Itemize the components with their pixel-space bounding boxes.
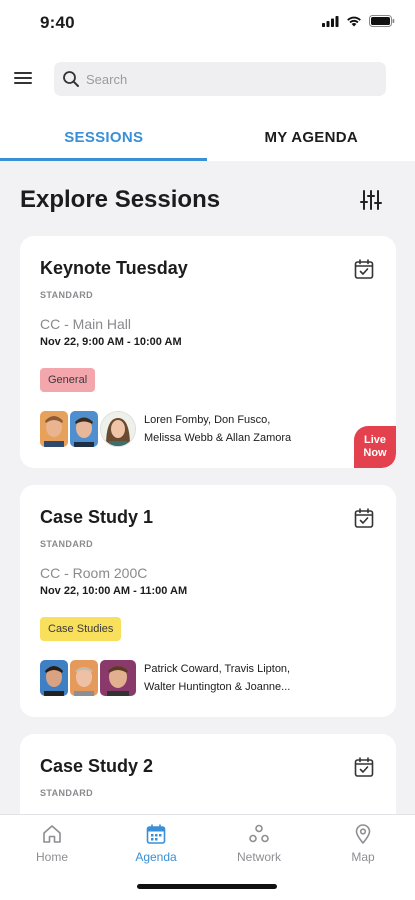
nav-label: Network <box>236 850 281 864</box>
session-card[interactable]: Keynote Tuesday STANDARD CC - Main Hall … <box>20 236 396 468</box>
live-now-badge: Live Now <box>354 426 396 468</box>
search-bar[interactable] <box>54 62 386 96</box>
nav-home[interactable]: Home <box>12 823 92 864</box>
menu-button[interactable] <box>10 65 36 91</box>
session-title: Keynote Tuesday <box>40 258 188 278</box>
speaker-avatar <box>70 411 98 447</box>
signal-icon <box>322 14 339 32</box>
speaker-names: Patrick Coward, Travis Lipton, Walter Hu… <box>144 660 344 696</box>
speaker-avatars <box>40 660 136 696</box>
session-location: CC - Main Hall <box>40 316 132 332</box>
map-pin-icon <box>355 824 371 844</box>
speaker-avatar <box>40 411 68 447</box>
nav-map[interactable]: Map <box>323 823 403 864</box>
session-tag: General <box>40 368 96 392</box>
calendar-icon <box>146 824 166 844</box>
nav-label: Map <box>351 850 375 864</box>
session-title: Case Study 1 <box>40 507 154 527</box>
session-type: STANDARD <box>40 788 94 798</box>
battery-icon <box>369 14 395 32</box>
live-badge-line: Live <box>363 434 386 446</box>
tab-bar: SESSIONS MY AGENDA <box>0 114 415 161</box>
tab-my-agenda[interactable]: MY AGENDA <box>208 114 415 161</box>
home-indicator <box>137 884 277 889</box>
session-time: Nov 22, 10:00 AM - 11:00 AM <box>40 585 188 597</box>
search-icon <box>63 71 79 87</box>
calendar-check-icon <box>354 259 374 279</box>
search-input[interactable] <box>86 62 376 96</box>
add-to-agenda-button[interactable] <box>353 507 375 529</box>
live-badge-line: Now <box>363 447 387 459</box>
session-location: CC - Room 200C <box>40 565 148 581</box>
nav-agenda[interactable]: Agenda <box>116 823 196 864</box>
speaker-avatar <box>100 660 136 696</box>
speaker-names-line: Melissa Webb & Allan Zamora <box>144 432 292 444</box>
home-icon <box>43 825 61 843</box>
speaker-names-line: Loren Fomby, Don Fusco, <box>144 414 271 426</box>
session-type: STANDARD <box>40 539 94 549</box>
speaker-avatar <box>40 660 68 696</box>
filter-button[interactable] <box>359 188 385 214</box>
status-time: 9:40 <box>40 13 75 32</box>
hamburger-icon <box>14 72 32 84</box>
active-tab-indicator <box>0 158 207 161</box>
status-bar: 9:40 <box>0 0 415 48</box>
speaker-avatars <box>40 411 136 447</box>
nav-label: Agenda <box>135 850 177 864</box>
speaker-avatar <box>100 411 136 447</box>
session-tag: Case Studies <box>40 617 122 641</box>
speaker-avatar <box>70 660 98 696</box>
session-time: Nov 22, 9:00 AM - 10:00 AM <box>40 336 182 348</box>
filter-sliders-icon <box>360 190 382 210</box>
page-title: Explore Sessions <box>20 186 221 213</box>
speaker-names-line: Walter Huntington & Joanne... <box>144 681 291 693</box>
speaker-names: Loren Fomby, Don Fusco, Melissa Webb & A… <box>144 411 344 447</box>
wifi-icon <box>346 14 362 32</box>
top-bar <box>0 48 415 114</box>
session-title: Case Study 2 <box>40 756 154 776</box>
add-to-agenda-button[interactable] <box>353 756 375 778</box>
nav-label: Home <box>35 850 68 864</box>
nav-network[interactable]: Network <box>219 823 299 864</box>
status-icons <box>322 14 395 32</box>
add-to-agenda-button[interactable] <box>353 258 375 280</box>
speaker-names-line: Patrick Coward, Travis Lipton, <box>144 663 291 675</box>
calendar-check-icon <box>354 508 374 528</box>
tab-sessions[interactable]: SESSIONS <box>0 114 208 161</box>
session-type: STANDARD <box>40 290 94 300</box>
session-card[interactable]: Case Study 1 STANDARD CC - Room 200C Nov… <box>20 485 396 717</box>
calendar-check-icon <box>354 757 374 777</box>
network-icon <box>249 824 269 843</box>
